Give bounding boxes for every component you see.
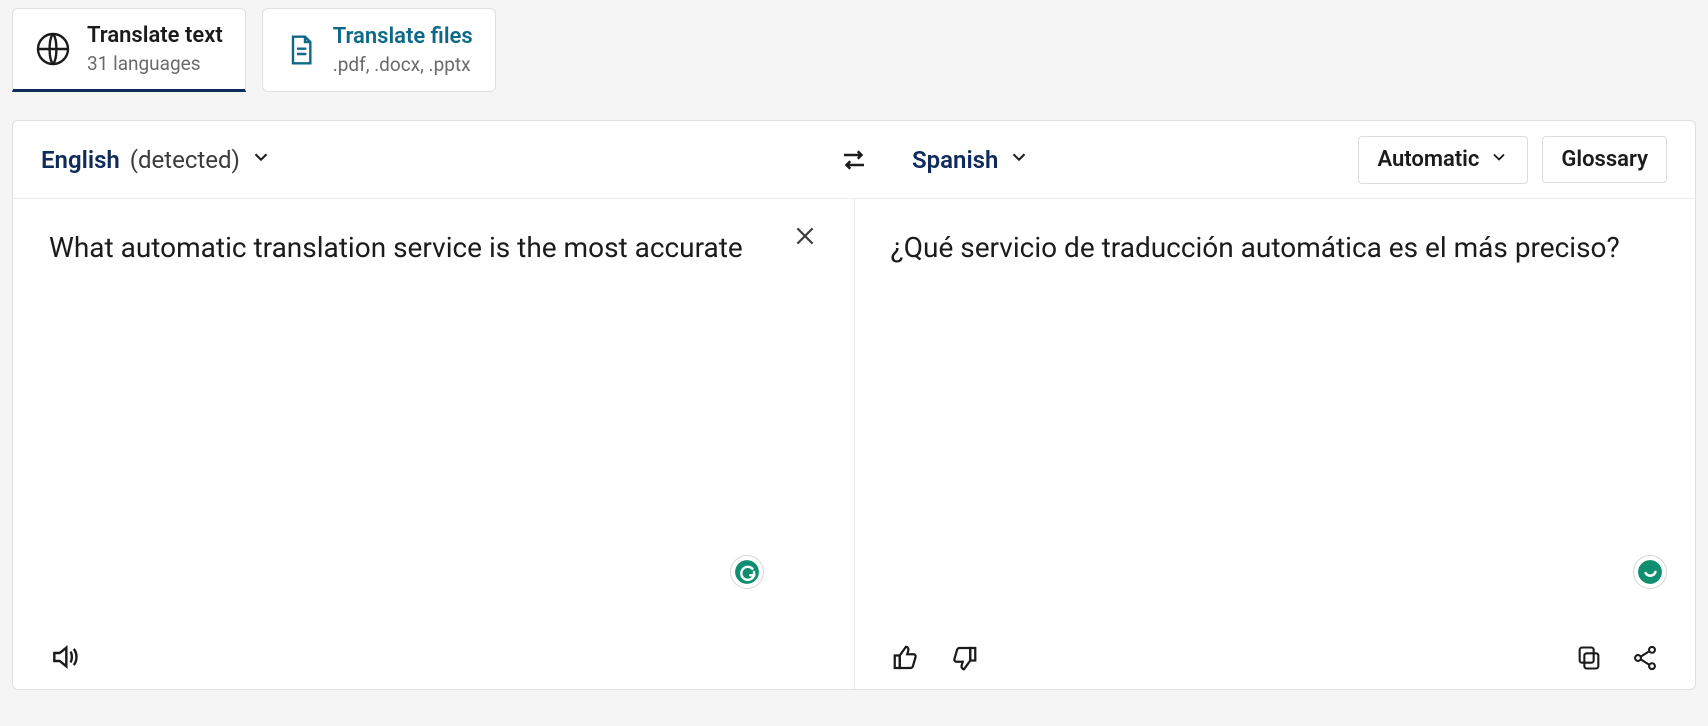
grammarly-icon[interactable]	[1633, 555, 1667, 589]
source-language-label: English	[41, 146, 120, 174]
target-options: Automatic Glossary	[1358, 136, 1667, 184]
source-pane: What automatic translation service is th…	[13, 199, 855, 689]
tab-text-labels: Translate text 31 languages	[87, 23, 223, 75]
grammarly-icon[interactable]	[730, 555, 764, 589]
tab-translate-files[interactable]: Translate files .pdf, .docx, .pptx	[262, 8, 496, 92]
glossary-label: Glossary	[1561, 147, 1648, 172]
tab-files-title: Translate files	[333, 24, 473, 49]
chevron-down-icon	[1008, 146, 1030, 174]
target-language-selector[interactable]: Spanish	[912, 146, 1030, 174]
source-detected-label: (detected)	[130, 146, 240, 174]
thumbs-up-button[interactable]	[891, 643, 921, 673]
tab-files-sub: .pdf, .docx, .pptx	[333, 53, 473, 76]
copy-button[interactable]	[1575, 644, 1603, 672]
translation-panes: What automatic translation service is th…	[13, 199, 1695, 689]
target-language-area: Spanish Automatic Glossary	[854, 136, 1667, 184]
output-actions	[1575, 644, 1659, 672]
translator-card: English (detected) Spanish	[12, 120, 1696, 690]
glossary-button[interactable]: Glossary	[1542, 136, 1667, 183]
document-icon	[285, 34, 317, 66]
swap-languages-button[interactable]	[839, 145, 869, 175]
language-bar: English (detected) Spanish	[13, 121, 1695, 199]
thumbs-down-button[interactable]	[949, 643, 979, 673]
source-toolbar	[49, 629, 818, 673]
chevron-down-icon	[1489, 147, 1509, 173]
feedback-group	[891, 643, 979, 673]
mode-tabs: Translate text 31 languages Translate fi…	[0, 0, 1708, 92]
target-toolbar	[891, 631, 1660, 673]
formality-selector[interactable]: Automatic	[1358, 136, 1528, 184]
tab-translate-text[interactable]: Translate text 31 languages	[12, 8, 246, 92]
tab-text-title: Translate text	[87, 23, 223, 48]
globe-icon	[35, 31, 71, 67]
chevron-down-icon	[250, 146, 272, 174]
share-button[interactable]	[1631, 644, 1659, 672]
tab-files-labels: Translate files .pdf, .docx, .pptx	[333, 24, 473, 76]
source-language-selector[interactable]: English (detected)	[41, 146, 272, 174]
formality-label: Automatic	[1377, 147, 1479, 172]
clear-source-button[interactable]	[792, 223, 818, 249]
source-text-input[interactable]: What automatic translation service is th…	[49, 227, 818, 629]
target-text-output: ¿Qué servicio de traducción automática e…	[891, 227, 1660, 631]
source-language-area: English (detected)	[41, 146, 854, 174]
listen-source-button[interactable]	[49, 641, 81, 673]
tab-text-sub: 31 languages	[87, 52, 223, 75]
target-pane: ¿Qué servicio de traducción automática e…	[855, 199, 1696, 689]
target-language-label: Spanish	[912, 146, 998, 174]
